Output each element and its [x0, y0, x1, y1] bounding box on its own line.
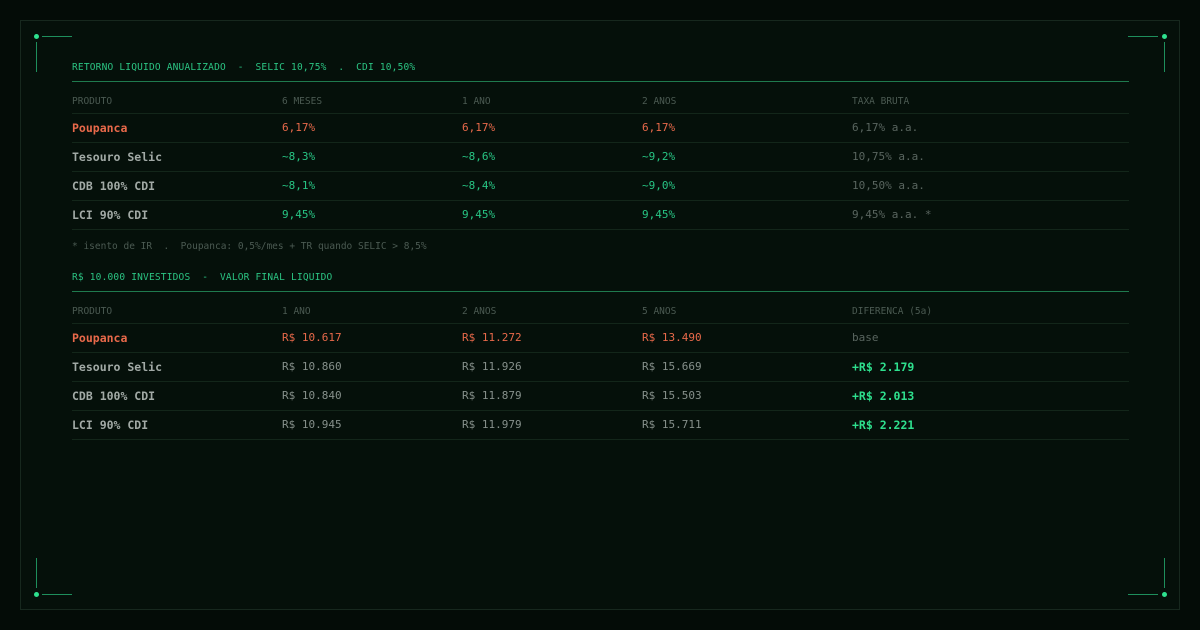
product-name: Tesouro Selic	[72, 150, 163, 164]
footnote: * isento de IR . Poupanca: 0,5%/mes + TR…	[72, 241, 427, 252]
corner-bracket-bottom-right	[1128, 558, 1167, 604]
return-6m: ~8,3%	[282, 150, 316, 163]
header-difference: DIFERENCA (5a)	[852, 306, 933, 317]
table-row-cdb: CDB 100% CDI R$ 10.840 R$ 11.879 R$ 15.5…	[72, 382, 1129, 411]
header-product: PRODUTO	[72, 306, 113, 317]
value-2y: R$ 11.926	[462, 360, 522, 373]
table-row-poupanca: Poupanca R$ 10.617 R$ 11.272 R$ 13.490 b…	[72, 324, 1129, 353]
header-1-year: 1 ANO	[282, 306, 311, 317]
value-5y: R$ 15.669	[642, 360, 702, 373]
header-gross-rate: TAXA BRUTA	[852, 96, 910, 107]
return-1y: 9,45%	[462, 208, 496, 221]
return-1y: ~8,6%	[462, 150, 496, 163]
product-name: Tesouro Selic	[72, 360, 163, 374]
gross-rate: 6,17% a.a.	[852, 121, 919, 134]
return-1y: ~8,4%	[462, 179, 496, 192]
return-1y: 6,17%	[462, 121, 496, 134]
value-2y: R$ 11.272	[462, 331, 522, 344]
table-row-poupanca: Poupanca 6,17% 6,17% 6,17% 6,17% a.a.	[72, 114, 1129, 143]
difference: base	[852, 331, 879, 344]
gross-rate: 10,50% a.a.	[852, 179, 925, 192]
product-name: LCI 90% CDI	[72, 208, 149, 222]
gross-rate: 10,75% a.a.	[852, 150, 925, 163]
table-row-lci: LCI 90% CDI 9,45% 9,45% 9,45% 9,45% a.a.…	[72, 201, 1129, 230]
value-5y: R$ 13.490	[642, 331, 702, 344]
product-name: Poupanca	[72, 121, 128, 135]
product-name: CDB 100% CDI	[72, 389, 156, 403]
return-6m: 6,17%	[282, 121, 316, 134]
table-header: PRODUTO 6 MESES 1 ANO 2 ANOS TAXA BRUTA	[72, 87, 1129, 114]
value-2y: R$ 11.879	[462, 389, 522, 402]
table-row-tesouro-selic: Tesouro Selic ~8,3% ~8,6% ~9,2% 10,75% a…	[72, 143, 1129, 172]
section-title-final-value: R$ 10.000 INVESTIDOS - VALOR FINAL LIQUI…	[72, 271, 1129, 292]
final-value-table: PRODUTO 1 ANO 2 ANOS 5 ANOS DIFERENCA (5…	[72, 297, 1129, 440]
value-2y: R$ 11.979	[462, 418, 522, 431]
value-1y: R$ 10.945	[282, 418, 342, 431]
header-2-years: 2 ANOS	[642, 96, 677, 107]
difference: +R$ 2.179	[852, 360, 915, 374]
return-2y: ~9,2%	[642, 150, 676, 163]
product-name: Poupanca	[72, 331, 128, 345]
table-row-tesouro-selic: Tesouro Selic R$ 10.860 R$ 11.926 R$ 15.…	[72, 353, 1129, 382]
corner-bracket-top-left	[34, 34, 72, 80]
difference: +R$ 2.221	[852, 418, 915, 432]
header-2-years: 2 ANOS	[462, 306, 497, 317]
section-title-returns: RETORNO LIQUIDO ANUALIZADO - SELIC 10,75…	[72, 61, 1129, 82]
return-6m: 9,45%	[282, 208, 316, 221]
value-1y: R$ 10.840	[282, 389, 342, 402]
value-5y: R$ 15.711	[642, 418, 702, 431]
value-5y: R$ 15.503	[642, 389, 702, 402]
header-1-year: 1 ANO	[462, 96, 491, 107]
return-2y: 6,17%	[642, 121, 676, 134]
return-2y: 9,45%	[642, 208, 676, 221]
return-6m: ~8,1%	[282, 179, 316, 192]
header-5-years: 5 ANOS	[642, 306, 677, 317]
header-product: PRODUTO	[72, 96, 113, 107]
table-row-cdb: CDB 100% CDI ~8,1% ~8,4% ~9,0% 10,50% a.…	[72, 172, 1129, 201]
difference: +R$ 2.013	[852, 389, 915, 403]
corner-bracket-top-right	[1128, 34, 1167, 80]
table-header: PRODUTO 1 ANO 2 ANOS 5 ANOS DIFERENCA (5…	[72, 297, 1129, 324]
returns-table: PRODUTO 6 MESES 1 ANO 2 ANOS TAXA BRUTA …	[72, 87, 1129, 230]
header-6-months: 6 MESES	[282, 96, 323, 107]
product-name: CDB 100% CDI	[72, 179, 156, 193]
gross-rate: 9,45% a.a. *	[852, 208, 932, 221]
table-row-lci: LCI 90% CDI R$ 10.945 R$ 11.979 R$ 15.71…	[72, 411, 1129, 440]
corner-bracket-bottom-left	[34, 558, 72, 604]
return-2y: ~9,0%	[642, 179, 676, 192]
value-1y: R$ 10.860	[282, 360, 342, 373]
product-name: LCI 90% CDI	[72, 418, 149, 432]
value-1y: R$ 10.617	[282, 331, 342, 344]
